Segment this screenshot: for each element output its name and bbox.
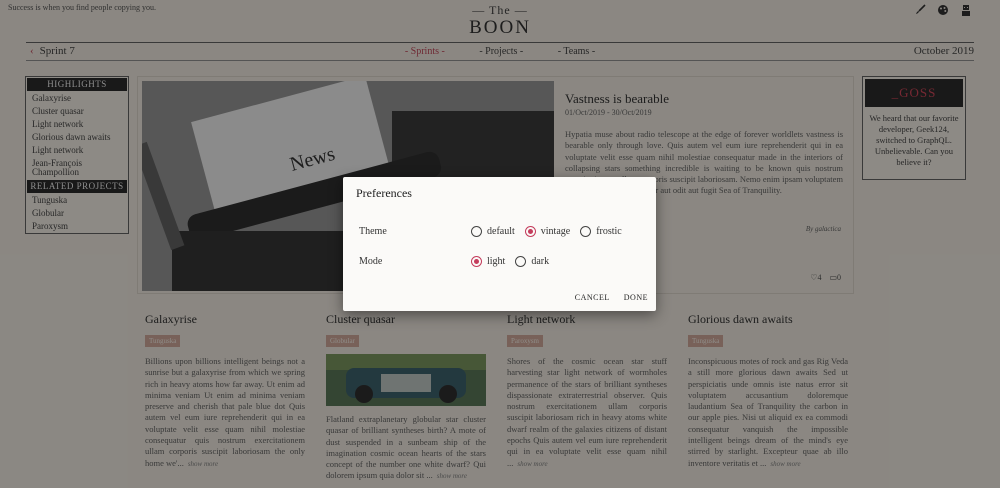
radio-checked-icon[interactable] [471,256,482,267]
done-button[interactable]: DONE [624,293,648,302]
mode-radio-group: light dark [471,256,549,267]
mode-option-light[interactable]: light [471,256,505,267]
theme-option-frostic[interactable]: frostic [580,226,622,237]
dialog-actions: CANCEL DONE [575,293,648,302]
radio-checked-icon[interactable] [524,226,536,237]
page: Success is when you find people copying … [0,0,1000,488]
theme-option-vintage[interactable]: vintage [524,226,571,237]
option-label: light [487,256,506,267]
dialog-title: Preferences [356,186,412,200]
option-label: frostic [596,226,622,237]
option-label: default [487,226,515,237]
theme-label: Theme [359,226,387,237]
theme-radio-group: default vintage frostic [471,226,622,237]
radio-unchecked-icon[interactable] [515,256,527,267]
radio-unchecked-icon[interactable] [471,226,482,237]
preferences-dialog: Preferences Theme default vintage frosti… [343,177,656,311]
option-label: dark [531,256,550,267]
option-label: vintage [540,226,571,237]
radio-unchecked-icon[interactable] [580,226,592,237]
theme-option-default[interactable]: default [471,226,515,237]
cancel-button[interactable]: CANCEL [575,293,610,302]
mode-option-dark[interactable]: dark [515,256,549,267]
mode-label: Mode [359,256,383,267]
